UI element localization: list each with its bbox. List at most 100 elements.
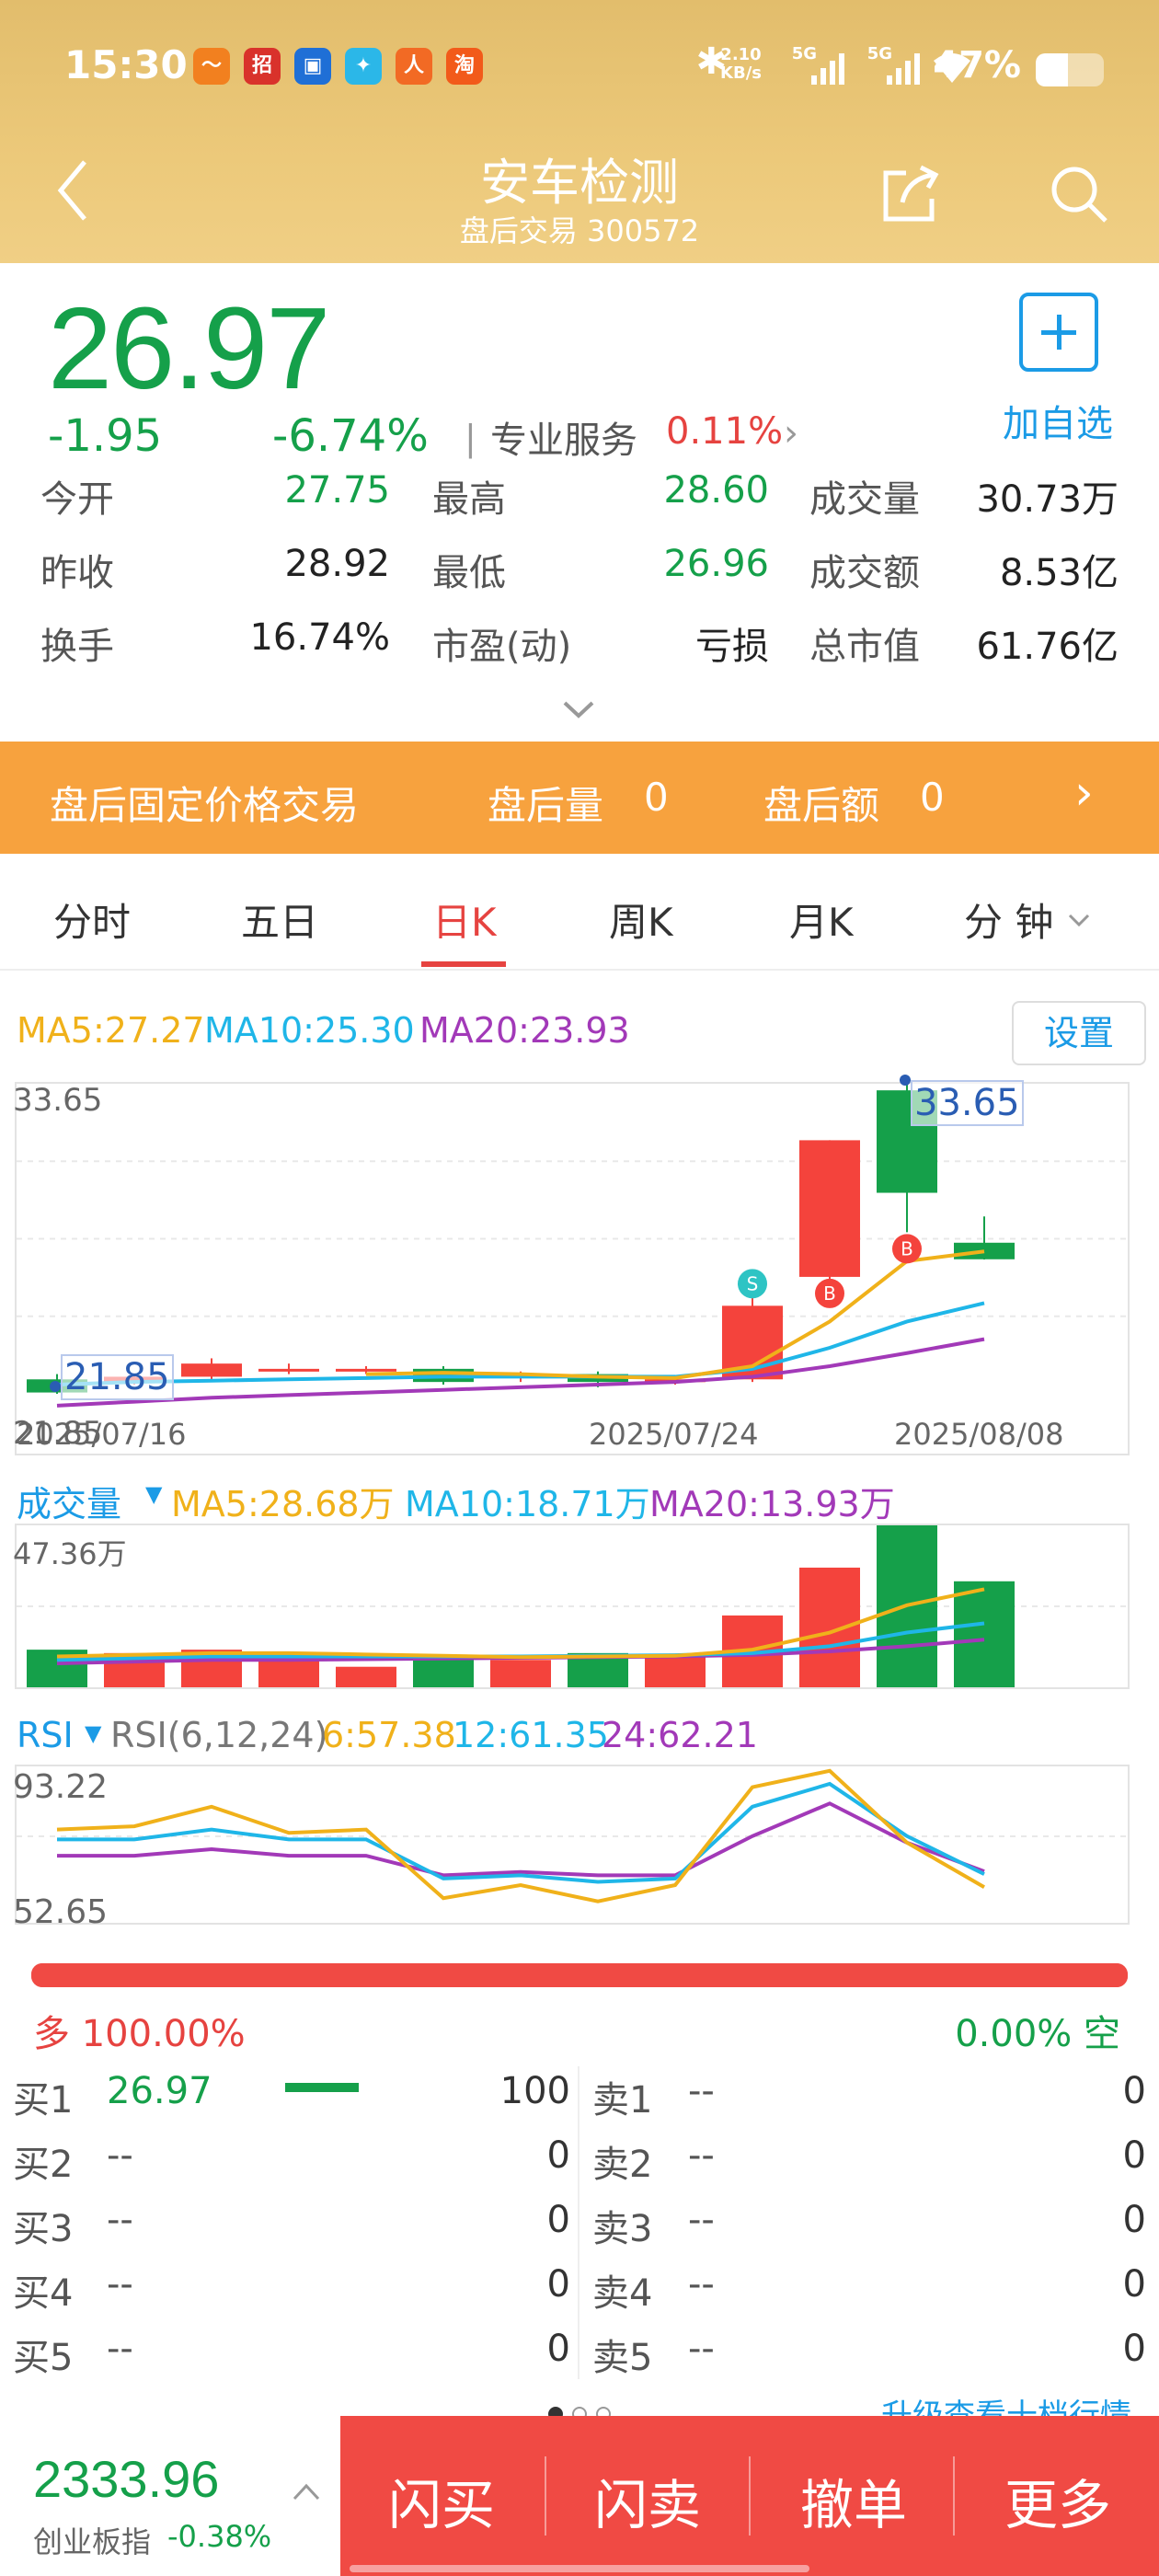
tab-minute[interactable]: 分 钟 — [964, 891, 1053, 948]
rsi6-legend: 6:57.38 — [322, 1715, 456, 1755]
min-price-dot — [50, 1381, 61, 1392]
long-ratio: 多 100.00% — [33, 2004, 246, 2057]
more-button[interactable]: 更多 — [1004, 2462, 1111, 2539]
candle-body — [258, 1368, 319, 1372]
quote-label: 成交量 — [809, 478, 920, 521]
ask-price: -- — [688, 2328, 715, 2370]
candle-body — [181, 1363, 242, 1377]
tab-five-day[interactable]: 五日 — [241, 891, 318, 948]
rsi-y-min: 52.65 — [13, 1893, 109, 1931]
app-icon-6: 淘 — [446, 48, 483, 85]
bid-volume: 0 — [546, 2263, 570, 2306]
current-price: 26.97 — [48, 283, 330, 413]
bid-volume: 0 — [546, 2199, 570, 2241]
volume-chart[interactable] — [0, 1514, 1159, 1698]
rsi-chart[interactable] — [0, 1757, 1159, 1941]
volume-bar — [799, 1567, 860, 1687]
long-ratio-fill — [31, 1963, 1128, 1987]
cancel-order-button[interactable]: 撤单 — [800, 2462, 907, 2539]
chevron-up-icon[interactable] — [291, 2480, 322, 2502]
ma10-legend: MA10:25.30 — [204, 1010, 415, 1051]
quote-value: 28.60 — [663, 469, 769, 512]
quote-label: 昨收 — [40, 552, 114, 594]
header-bar: 15:30 〜招 ▣ ✦ 人淘 ✱ 2.10 KB/s 5G 5G 47% 安车检测 … — [0, 0, 1159, 263]
chart-settings-button[interactable]: 设置 — [1012, 1001, 1146, 1065]
afterhours-bar[interactable]: 盘后固定价格交易 盘后量 0 盘后额 0 › — [0, 742, 1159, 854]
bid-level-label: 买1 — [13, 2079, 74, 2122]
ask-volume: 0 — [1122, 2070, 1146, 2112]
ask-volume: 0 — [1122, 2328, 1146, 2370]
bid-price: -- — [107, 2328, 133, 2370]
app-icon-3: ▣ — [294, 48, 331, 85]
bid-price: 26.97 — [107, 2070, 212, 2112]
bid-volume-bar — [285, 2083, 359, 2092]
app-icon-5: 人 — [396, 48, 432, 85]
tab-weekly-k[interactable]: 周K — [609, 891, 673, 948]
index-change: -0.38% — [167, 2519, 272, 2554]
bid-level-label: 买2 — [13, 2144, 74, 2186]
tab-daily-k[interactable]: 日K — [432, 891, 497, 948]
tab-intraday[interactable]: 分时 — [53, 891, 131, 948]
share-icon[interactable] — [878, 162, 943, 226]
rsi-title[interactable]: RSI — [17, 1715, 74, 1755]
chevron-down-icon[interactable] — [1067, 912, 1091, 928]
bid-volume: 100 — [499, 2070, 570, 2112]
add-watchlist-button[interactable] — [1019, 293, 1098, 372]
short-pct: 0.00% — [955, 2013, 1073, 2055]
quote-label: 成交额 — [809, 552, 920, 594]
divider — [749, 2456, 751, 2536]
order-book-divider — [578, 2066, 580, 2379]
short-ratio: 0.00% 空 — [955, 2004, 1120, 2057]
signal-icon — [811, 53, 844, 85]
ask-level-label: 卖2 — [592, 2144, 653, 2186]
buy-signal-label: B — [901, 1237, 913, 1259]
chevron-down-icon[interactable] — [561, 696, 596, 723]
long-pct: 100.00% — [81, 2013, 246, 2055]
quote-label: 换手 — [40, 626, 114, 668]
sell-signal-label: S — [747, 1272, 759, 1294]
add-watchlist-label[interactable]: 加自选 — [1003, 394, 1113, 447]
quote-value: 30.73万 — [976, 478, 1119, 521]
rsi-y-max: 93.22 — [13, 1768, 109, 1806]
ask-level-label: 卖4 — [592, 2272, 653, 2315]
ask-level-label: 卖1 — [592, 2079, 653, 2122]
buy-signal-label: B — [823, 1282, 836, 1305]
afterhours-vol-value: 0 — [644, 775, 669, 820]
rsi12-line — [57, 1781, 985, 1884]
volume-bar — [954, 1581, 1015, 1687]
battery-icon — [1036, 53, 1104, 86]
kline-chart[interactable]: S B B — [0, 1067, 1159, 1472]
ma20-legend: MA20:23.93 — [419, 1010, 630, 1051]
caret-down-icon[interactable]: ▼ — [85, 1720, 101, 1746]
quote-value: 26.96 — [663, 543, 769, 585]
ask-level-label: 卖5 — [592, 2337, 653, 2379]
tab-monthly-k[interactable]: 月K — [789, 891, 854, 948]
volume-y-max: 47.36万 — [13, 1536, 127, 1571]
caret-down-icon[interactable]: ▼ — [145, 1481, 162, 1507]
trade-actions: 闪买 闪卖 撤单 更多 — [340, 2416, 1159, 2576]
search-icon[interactable] — [1047, 162, 1111, 226]
ma5-line — [365, 1249, 985, 1380]
afterhours-amt-label: 盘后额 — [763, 783, 880, 828]
quote-panel: 26.97 -1.95 -6.74% | 专业服务 0.11% › 加自选 今开… — [0, 263, 1159, 742]
divider — [545, 2456, 546, 2536]
chevron-right-icon: › — [1074, 765, 1094, 821]
max-price-tag: 33.65 — [911, 1080, 1024, 1126]
afterhours-vol-label: 盘后量 — [488, 783, 604, 828]
short-label: 空 — [1084, 2013, 1120, 2055]
flash-sell-button[interactable]: 闪卖 — [594, 2462, 701, 2539]
max-price-dot — [900, 1075, 911, 1086]
rsi12-legend: 12:61.35 — [453, 1715, 609, 1755]
flash-buy-button[interactable]: 闪买 — [388, 2462, 495, 2539]
bid-price: -- — [107, 2263, 133, 2306]
afterhours-amt-value: 0 — [920, 775, 945, 820]
quote-label: 总市值 — [809, 626, 920, 668]
network-speed: 2.10 KB/s — [720, 46, 762, 83]
volume-bar — [645, 1656, 706, 1687]
sector-name: 专业服务 — [490, 420, 637, 462]
battery-fill — [1036, 53, 1068, 86]
date-label-2: 2025/07/24 — [589, 1417, 759, 1452]
rsi-params: RSI(6,12,24) — [110, 1715, 328, 1755]
app-icon-1: 〜 — [193, 48, 230, 85]
battery-percent: 47% — [933, 44, 1021, 86]
